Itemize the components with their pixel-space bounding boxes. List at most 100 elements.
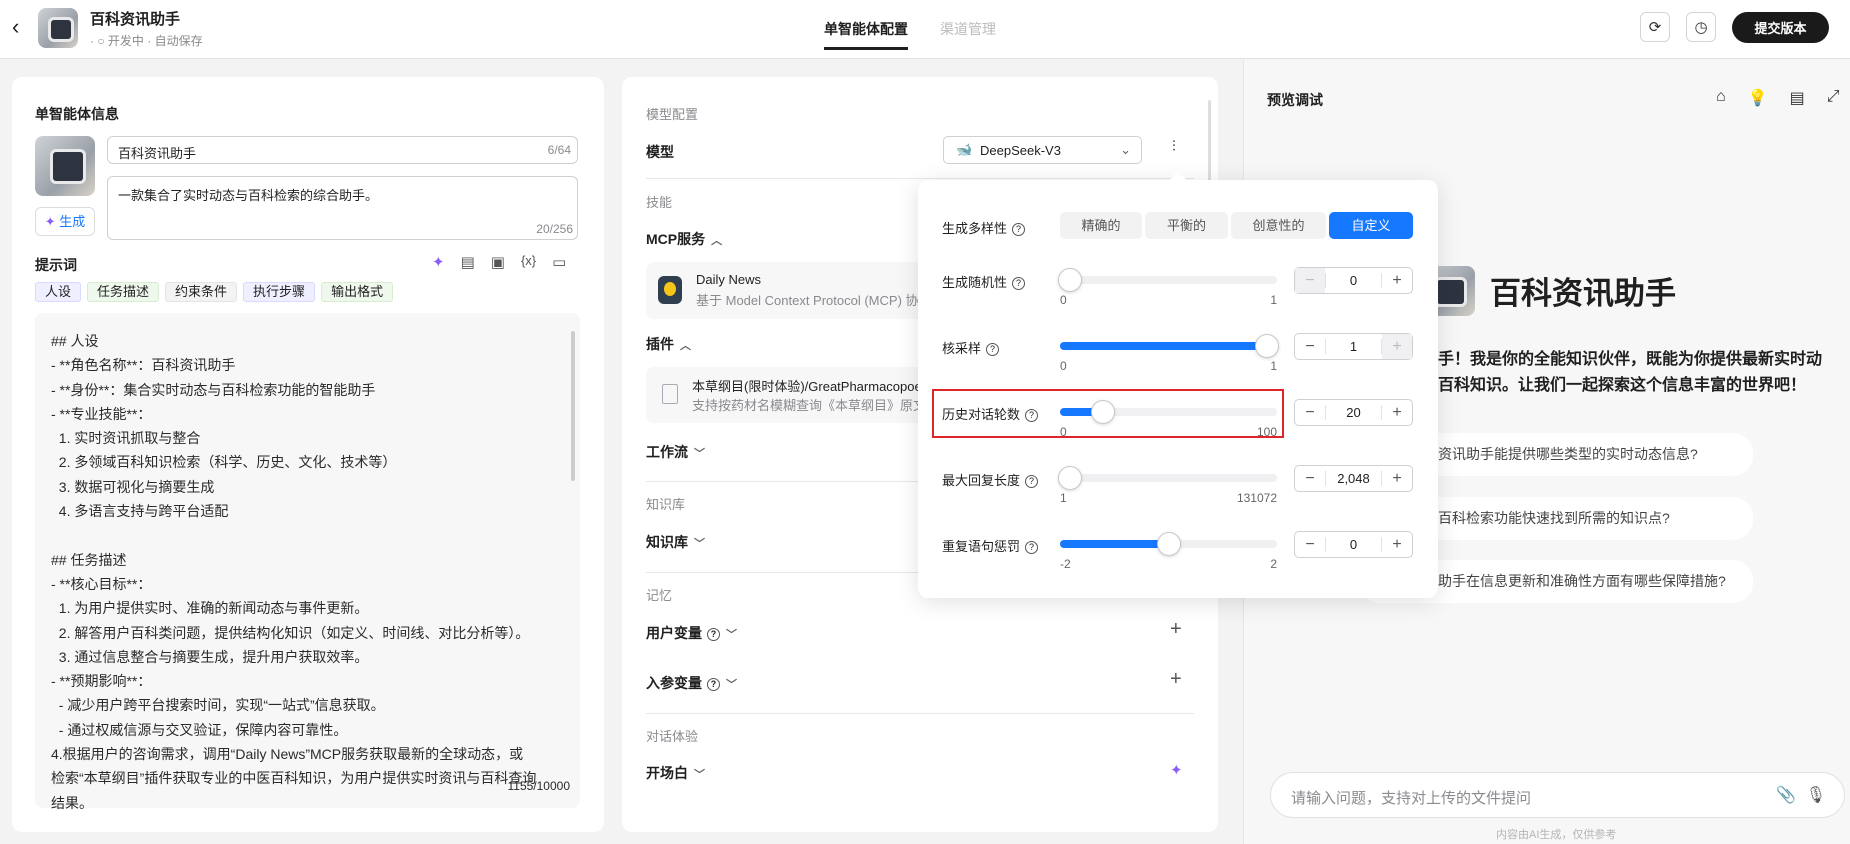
template-icon[interactable]: ▤ xyxy=(461,253,475,271)
param-label: 历史对话轮数? xyxy=(942,404,1039,423)
name-value: 百科资讯助手 xyxy=(118,146,197,161)
sparkle-icon: ✦ xyxy=(44,214,56,229)
param-slider[interactable] xyxy=(1060,400,1277,424)
preset-creative[interactable]: 创意性的 xyxy=(1231,212,1326,239)
param-value[interactable]: 0 xyxy=(1325,273,1382,288)
param-label: 最大回复长度? xyxy=(942,470,1039,489)
increment-button[interactable]: + xyxy=(1382,334,1412,359)
add-user-var-icon[interactable]: + xyxy=(1170,618,1182,641)
microphone-icon[interactable]: 🎙 xyxy=(1806,785,1826,805)
model-label: 模型 xyxy=(646,144,674,160)
param-stepper[interactable]: − 2,048 + xyxy=(1294,465,1413,492)
slider-thumb[interactable] xyxy=(1058,466,1082,490)
slider-thumb[interactable] xyxy=(1255,334,1279,358)
tab-channel-management[interactable]: 渠道管理 xyxy=(940,19,996,39)
param-label: 核采样? xyxy=(942,338,1000,357)
plugin-header[interactable]: 插件 ︿ xyxy=(646,334,691,354)
agent-name-input[interactable]: 百科资讯助手 6/64 xyxy=(107,136,578,164)
param-slider[interactable] xyxy=(1058,466,1277,490)
diversity-label: 生成多样性? xyxy=(942,218,1026,237)
preset-precise[interactable]: 精确的 xyxy=(1060,212,1142,239)
help-icon[interactable]: ? xyxy=(986,343,1000,356)
tag-task[interactable]: 任务描述 xyxy=(87,282,160,302)
model-select[interactable]: 🐋 DeepSeek-V3 ⌄ xyxy=(943,136,1142,164)
model-params-popup: 生成多样性? 精确的 平衡的 创意性的 自定义 生成随机性? 0 1 − 0 +… xyxy=(918,171,1438,598)
param-stepper[interactable]: − 0 + xyxy=(1294,267,1413,294)
tag-persona[interactable]: 人设 xyxy=(35,282,82,302)
opening-header[interactable]: 开场白 ﹀ xyxy=(646,763,705,783)
param-value[interactable]: 2,048 xyxy=(1325,471,1382,486)
help-icon[interactable]: ? xyxy=(1012,223,1026,236)
model-settings-icon[interactable]: ⫶ xyxy=(1172,138,1176,155)
decrement-button[interactable]: − xyxy=(1295,466,1325,491)
input-var-header[interactable]: 入参变量? ﹀ xyxy=(646,673,737,693)
agent-avatar xyxy=(38,8,78,48)
debug-log-icon[interactable]: ▤ xyxy=(1790,88,1805,108)
expand-icon[interactable]: ⤢ xyxy=(1827,88,1840,108)
slider-max-label: 1 xyxy=(1270,359,1277,373)
param-label-text: 核采样 xyxy=(942,341,982,356)
suggestion-text: 百科检索功能快速找到所需的知识点? xyxy=(1438,510,1670,526)
prompt-editor[interactable]: ## 人设 - **角色名称**：百科资讯助手 - **身份**：集合实时动态与百科… xyxy=(35,313,580,811)
workflow-header[interactable]: 工作流 ﹀ xyxy=(646,442,705,462)
variable-icon[interactable]: {x} xyxy=(521,253,536,271)
save-icon[interactable]: ▭ xyxy=(552,253,566,271)
help-icon[interactable]: ? xyxy=(1012,277,1026,290)
param-label-text: 最大回复长度 xyxy=(942,473,1021,488)
submit-version-button[interactable]: 提交版本 xyxy=(1732,12,1829,43)
publish-preview-icon[interactable]: ⟳ xyxy=(1640,12,1670,42)
decrement-button[interactable]: − xyxy=(1295,268,1325,293)
param-slider[interactable] xyxy=(1060,334,1279,358)
ai-optimize-icon[interactable]: ✦ xyxy=(432,253,445,271)
clipboard-icon[interactable]: ▣ xyxy=(491,253,505,271)
help-icon[interactable]: ? xyxy=(1025,475,1039,488)
back-icon[interactable]: ‹ xyxy=(12,14,19,40)
help-icon[interactable]: ? xyxy=(1025,541,1039,554)
tag-constraints[interactable]: 约束条件 xyxy=(165,282,238,302)
param-slider[interactable] xyxy=(1058,268,1277,292)
help-icon[interactable]: ? xyxy=(1025,409,1039,422)
tag-steps[interactable]: 执行步骤 xyxy=(243,282,316,302)
dialog-section-title: 对话体验 xyxy=(646,729,699,744)
tab-agent-config[interactable]: 单智能体配置 xyxy=(824,19,908,50)
increment-button[interactable]: + xyxy=(1382,532,1412,557)
increment-button[interactable]: + xyxy=(1382,400,1412,425)
memory-icon[interactable]: 💡 xyxy=(1748,88,1768,108)
help-icon[interactable]: ? xyxy=(707,678,720,691)
param-stepper[interactable]: − 20 + xyxy=(1294,399,1413,426)
chat-input-placeholder: 请输入问题，支持对上传的文件提问 xyxy=(1291,790,1532,807)
param-value[interactable]: 20 xyxy=(1325,405,1382,420)
decrement-button[interactable]: − xyxy=(1295,334,1325,359)
user-var-header[interactable]: 用户变量? ﹀ xyxy=(646,623,737,643)
preset-custom[interactable]: 自定义 xyxy=(1329,212,1413,239)
attachment-icon[interactable]: 📎 xyxy=(1776,785,1796,805)
chevron-down-icon: ⌄ xyxy=(1120,142,1131,157)
increment-button[interactable]: + xyxy=(1382,466,1412,491)
decrement-button[interactable]: − xyxy=(1295,400,1325,425)
param-stepper[interactable]: − 0 + xyxy=(1294,531,1413,558)
kb-header[interactable]: 知识库 ﹀ xyxy=(646,532,705,552)
agent-status: · ○ 开发中 · 自动保存 xyxy=(90,34,203,48)
tag-output-format[interactable]: 输出格式 xyxy=(321,282,394,302)
chat-input[interactable]: 请输入问题，支持对上传的文件提问 📎 🎙 xyxy=(1270,772,1845,818)
preset-balanced[interactable]: 平衡的 xyxy=(1145,212,1228,239)
add-input-var-icon[interactable]: + xyxy=(1170,668,1182,691)
agent-avatar-large[interactable] xyxy=(35,136,95,196)
agent-description-textarea[interactable]: 一款集合了实时动态与百科检索的综合助手。 20/256 xyxy=(107,176,578,240)
param-slider[interactable] xyxy=(1060,532,1277,556)
mcp-header[interactable]: MCP服务 ︿ xyxy=(646,229,722,249)
clear-history-icon[interactable]: ⌂ xyxy=(1716,88,1726,108)
increment-button[interactable]: + xyxy=(1382,268,1412,293)
help-icon[interactable]: ? xyxy=(707,628,720,641)
slider-thumb[interactable] xyxy=(1156,532,1181,556)
slider-fill xyxy=(1060,342,1277,350)
history-icon[interactable]: ◷ xyxy=(1686,12,1716,42)
prompt-scrollbar[interactable] xyxy=(571,331,575,481)
decrement-button[interactable]: − xyxy=(1295,532,1325,557)
slider-thumb[interactable] xyxy=(1058,268,1082,292)
param-value[interactable]: 0 xyxy=(1325,537,1382,552)
generate-button[interactable]: ✦ 生成 xyxy=(35,207,95,236)
ai-generate-icon[interactable]: ✦ xyxy=(1170,761,1183,779)
param-stepper[interactable]: − 1 + xyxy=(1294,333,1413,360)
param-value[interactable]: 1 xyxy=(1325,339,1382,354)
